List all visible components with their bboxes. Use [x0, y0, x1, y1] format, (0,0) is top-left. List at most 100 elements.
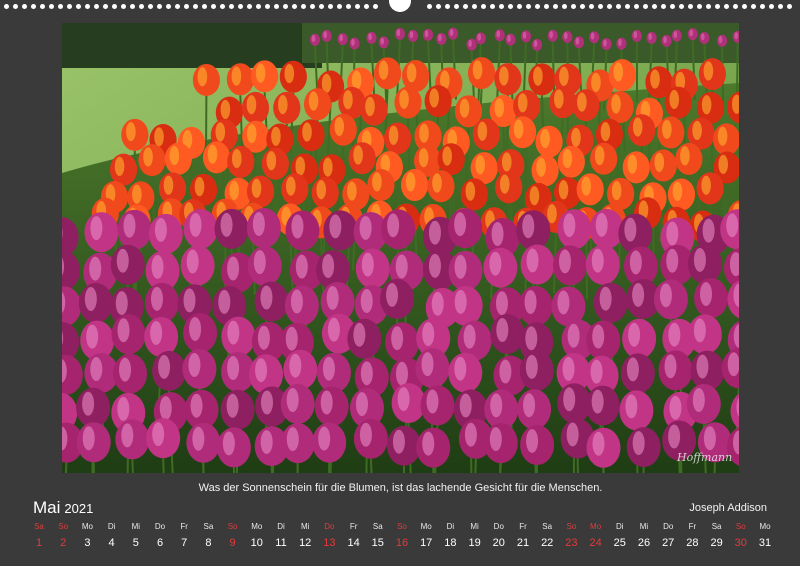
binding-hole — [310, 4, 315, 9]
tulip-highlight — [188, 352, 201, 377]
weekday-label: Do — [154, 522, 166, 531]
day-number: 13 — [323, 537, 336, 549]
tulip-highlight — [351, 70, 362, 90]
weekday-label: So — [735, 522, 746, 531]
tulip-highlight — [290, 289, 303, 314]
tulip-highlight — [285, 326, 298, 351]
binding-hole — [571, 4, 576, 9]
tulip-highlight — [215, 122, 226, 142]
tulip-highlight — [590, 359, 603, 384]
binding-hole — [715, 4, 720, 9]
tulip-highlight — [246, 95, 257, 115]
binding-hole — [22, 4, 27, 9]
binding-hole — [463, 4, 468, 9]
tulip-highlight — [159, 396, 172, 421]
day-number: 3 — [84, 537, 91, 549]
binding-hole — [130, 4, 135, 9]
tulip-highlight — [495, 291, 508, 316]
day-number: 26 — [637, 537, 651, 549]
tulip-highlight — [186, 249, 199, 274]
binding-hole — [445, 4, 450, 9]
tulip-highlight — [666, 248, 679, 273]
tulip-highlight — [126, 122, 136, 142]
tulip-highlight — [399, 89, 409, 109]
tulip-highlight — [559, 249, 572, 274]
tulip-highlight — [114, 156, 125, 177]
day-number: 11 — [275, 537, 287, 549]
weekday-label: Di — [446, 522, 455, 531]
tulip-highlight — [477, 33, 482, 41]
binding-hole — [742, 4, 747, 9]
quote-text: Was der Sonnenschein für die Blumen, ist… — [198, 482, 603, 494]
tulip-highlight — [260, 430, 273, 455]
tulip-highlight — [406, 63, 417, 83]
day-number: 10 — [250, 537, 263, 549]
tulip-highlight — [360, 289, 373, 314]
binding-hole — [589, 4, 594, 9]
tulip-highlight — [150, 320, 163, 345]
tulip-highlight — [194, 177, 205, 197]
tulip-highlight — [322, 356, 335, 381]
tulip-highlight — [257, 325, 270, 350]
photo-signature: Hoffmann — [676, 451, 732, 464]
weekday-label: Mi — [300, 522, 310, 531]
tulip-highlight — [286, 427, 299, 452]
tulip-highlight — [701, 175, 711, 195]
day-number: 19 — [468, 537, 481, 549]
tulip-highlight — [231, 149, 242, 169]
weekday-label: Fr — [519, 522, 527, 531]
tulip-highlight — [611, 94, 621, 114]
tulip-highlight — [703, 61, 714, 81]
tulip-highlight — [718, 35, 723, 44]
tulip-highlight — [424, 30, 429, 38]
binding-hole — [265, 4, 270, 9]
binding-hole — [364, 4, 369, 9]
tulip-highlight — [286, 176, 296, 196]
binding-hole — [751, 4, 756, 9]
tulip-highlight — [571, 127, 581, 148]
tulip-highlight — [626, 357, 639, 382]
binding-hole — [40, 4, 45, 9]
day-number: 31 — [758, 537, 772, 549]
tulip-highlight — [600, 122, 611, 142]
binding-hole — [67, 4, 72, 9]
tulip-highlight — [289, 353, 302, 378]
weekday-label: Di — [616, 522, 624, 531]
tulip-highlight — [231, 66, 242, 86]
binding-hole — [184, 4, 189, 9]
tulip-highlight — [84, 287, 97, 312]
tulip-highlight — [632, 431, 645, 456]
tulip-highlight — [501, 152, 512, 172]
binding-hole — [769, 4, 774, 9]
weekday-label: Mo — [251, 522, 263, 531]
tulip-highlight — [227, 356, 240, 381]
tulip-highlight — [154, 127, 164, 147]
weekday-label: So — [227, 522, 238, 531]
tulip-highlight — [246, 123, 257, 144]
tulip-highlight — [378, 60, 389, 80]
day-number: 30 — [734, 537, 747, 549]
weekday-label: Sa — [203, 522, 214, 531]
tulip-highlight — [611, 181, 622, 201]
binding-hole — [625, 4, 630, 9]
tulip-highlight — [316, 180, 327, 200]
day-number: 1 — [35, 537, 43, 549]
tulip-highlight — [227, 256, 240, 281]
binding-hole — [229, 4, 234, 9]
tulip-highlight — [662, 119, 672, 139]
tulip-highlight — [680, 146, 690, 166]
tulip-stem — [576, 458, 579, 473]
binding-hole — [373, 4, 378, 9]
day-number: 20 — [492, 537, 505, 549]
weekday-label: Sa — [542, 522, 553, 531]
day-number: 17 — [420, 537, 433, 549]
tulip-highlight — [700, 282, 713, 307]
tulip-highlight — [189, 317, 202, 342]
tulip-highlight — [158, 354, 171, 379]
binding-hole — [472, 4, 477, 9]
tulip-highlight — [673, 30, 678, 39]
tulip-highlight — [494, 98, 505, 118]
binding-hole — [175, 4, 180, 9]
tulip-highlight — [355, 392, 368, 417]
tulip-highlight — [82, 426, 95, 451]
